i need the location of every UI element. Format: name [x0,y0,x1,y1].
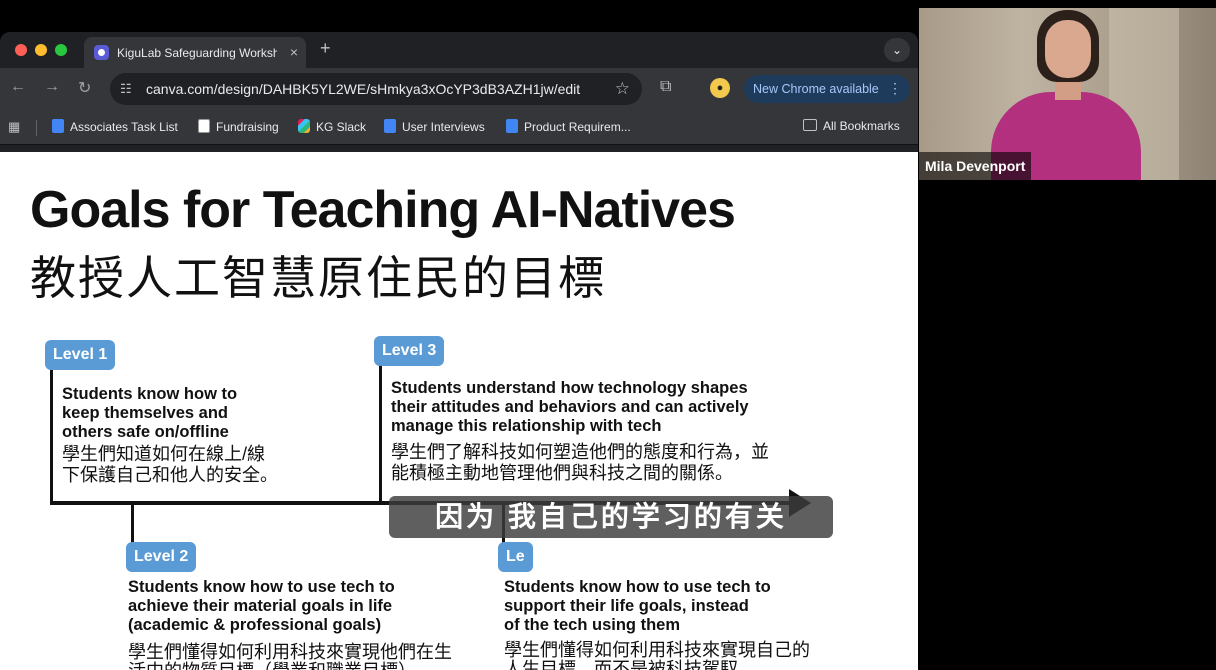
level-3-english-line: manage this relationship with tech [391,417,662,435]
close-window-button[interactable] [15,44,27,56]
level-4-english-line: support their life goals, instead [504,597,749,615]
level-4-chinese-line: 學生們懂得如何利用科技來實現自己的 [504,640,810,660]
bookmark-associates-task-list[interactable]: Associates Task List [52,119,178,134]
new-chrome-available-button[interactable]: New Chrome available ⋮ [744,75,910,103]
level-3-tag: Level 3 [374,336,445,366]
level-1-english-line: Students know how to [62,385,238,403]
level-4-english-line: Students know how to use tech to [504,578,771,596]
folder-icon [803,119,817,131]
extensions-puzzle-icon[interactable]: ⧉ [660,78,671,96]
level-3-connector [379,360,382,502]
bookmark-product-requirements[interactable]: Product Requirem... [506,119,631,134]
back-arrow-icon[interactable]: ← [10,78,26,96]
minimize-window-button[interactable] [35,44,47,56]
slide-subtitle: 教授人工智慧原住民的目標 [30,252,606,304]
tab-title: KiguLab Safeguarding Worksh [117,46,277,60]
level-1-english-line: keep themselves and [62,404,228,422]
docs-icon [52,119,64,133]
level-2-tag: Level 2 [126,542,197,572]
level-1-connector [50,366,53,502]
browser-toolbar: ← → ↻ ☷ canva.com/design/DAHBK5YL2WE/sHm… [0,68,918,110]
level-2-english-line: achieve their material goals in life [128,597,393,615]
level-1-english-line: others safe on/offline [62,423,229,441]
reload-icon[interactable]: ↻ [78,78,91,98]
bookmark-all-bookmarks[interactable]: All Bookmarks [803,119,900,133]
level-3-english-line: Students understand how technology shape… [391,379,748,397]
slack-icon [298,119,310,133]
site-settings-icon[interactable]: ☷ [120,81,132,97]
bookmark-star-icon[interactable]: ☆ [615,79,630,99]
level-3-chinese-line: 能積極主動地管理他們與科技之間的關係。 [391,463,733,483]
canva-slide[interactable]: Goals for Teaching AI-Natives 教授人工智慧原住民的… [0,152,918,670]
level-1-chinese-line: 下保護自己和他人的安全。 [62,465,278,485]
level-2-connector [131,504,134,544]
update-label: New Chrome available [753,82,879,96]
participant-name-label: Mila Devenport [919,152,1032,180]
level-3-chinese-line: 學生們了解科技如何塑造他們的態度和行為，並 [391,442,769,462]
tab-strip: KiguLab Safeguarding Worksh × + ⌄ [0,32,918,68]
level-2-chinese-line: 學生們懂得如何利用科技來實現他們在生 [128,642,452,662]
active-tab[interactable]: KiguLab Safeguarding Worksh × [84,37,306,68]
maximize-window-button[interactable] [55,44,67,56]
participant-face [1045,20,1091,78]
level-4-chinese-line: 人生目標，而不是被科技駕馭。 [504,659,756,670]
live-caption: 因为 我自己的学习的有关 [389,496,833,538]
tab-close-icon[interactable]: × [290,44,298,60]
notion-icon [198,119,210,133]
forward-arrow-icon[interactable]: → [44,78,60,96]
kigulab-favicon-icon [94,45,109,60]
bookmark-kg-slack[interactable]: KG Slack [298,119,366,134]
level-4-tag: Le [498,542,533,572]
level-1-chinese-line: 學生們知道如何在線上/線 [62,444,265,464]
bookmarks-bar: ▦ Associates Task List Fundraising KG Sl… [0,110,918,145]
bookmark-user-interviews[interactable]: User Interviews [384,119,485,134]
participant-video-tile[interactable]: Mila Devenport [919,8,1216,180]
kebab-menu-icon[interactable]: ⋮ [888,80,902,97]
new-tab-button[interactable]: + [320,38,331,59]
level-1-tag: Level 1 [45,340,116,370]
address-bar[interactable]: ☷ canva.com/design/DAHBK5YL2WE/sHmkya3xO… [110,73,642,105]
browser-window: KiguLab Safeguarding Worksh × + ⌄ ← → ↻ … [0,32,918,670]
level-2-english-line: Students know how to use tech to [128,578,395,596]
level-4-english-line: of the tech using them [504,616,681,634]
url-text[interactable]: canva.com/design/DAHBK5YL2WE/sHmkya3xOcY… [146,81,580,97]
apps-grid-icon[interactable]: ▦ [8,119,20,135]
level-3-english-line: their attitudes and behaviors and can ac… [391,398,749,416]
docs-icon [506,119,518,133]
bookmark-fundraising[interactable]: Fundraising [198,119,279,134]
level-2-chinese-line: 活中的物質目標（學業和職業目標）。 [128,661,425,670]
level-2-english-line: (academic & professional goals) [128,616,382,634]
profile-avatar-icon[interactable]: ● [710,78,730,98]
slide-title: Goals for Teaching AI-Natives [30,181,736,239]
docs-icon [384,119,396,133]
tab-search-button[interactable]: ⌄ [884,38,910,62]
bookmarks-divider [36,120,37,136]
